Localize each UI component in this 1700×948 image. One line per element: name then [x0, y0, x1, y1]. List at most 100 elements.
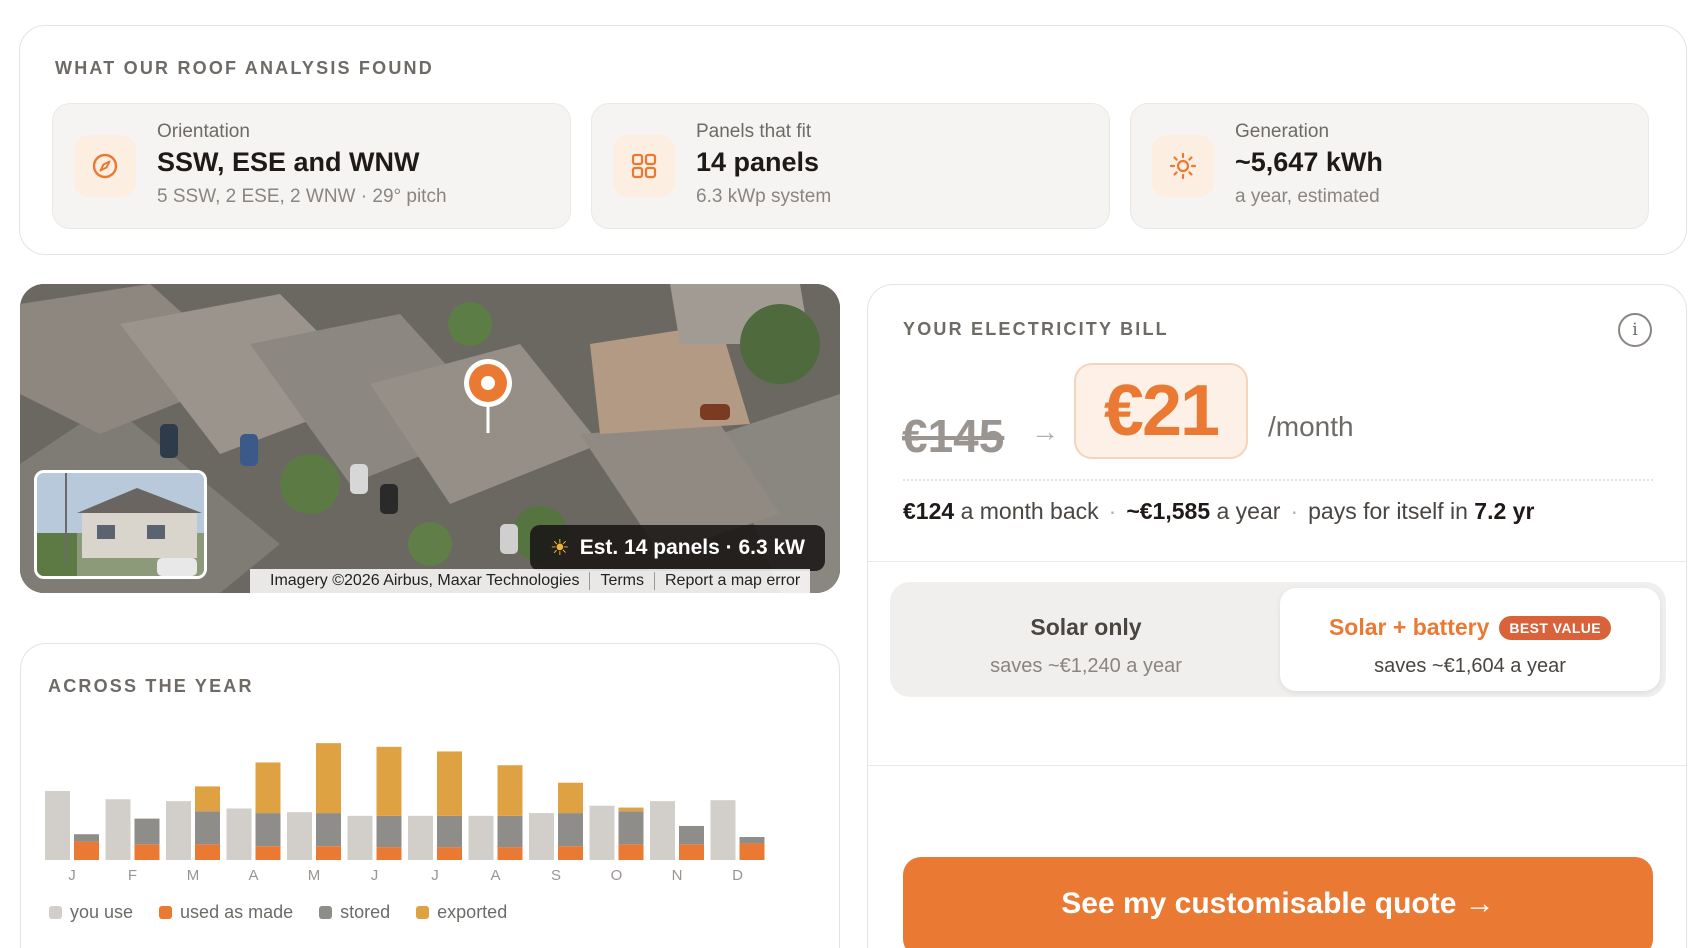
bar-used-as-made [134, 844, 160, 860]
terms-link[interactable]: Terms [590, 572, 655, 590]
bar-you-use [650, 801, 675, 860]
x-tick-label: J [431, 867, 439, 884]
bar-you-use [45, 791, 70, 860]
payback-period: 7.2 yr [1474, 498, 1535, 524]
bar-stored [376, 815, 402, 848]
solar-only-savings: saves ~€1,240 a year [990, 655, 1182, 677]
monthly-back-text: a month back [960, 498, 1099, 524]
panels-detail: 6.3 kWp system [696, 186, 832, 207]
x-tick-label: A [490, 867, 500, 884]
compass-icon [74, 135, 136, 197]
solar-only-option[interactable]: Solar only saves ~€1,240 a year [896, 588, 1276, 691]
divider [903, 479, 1653, 481]
bar-exported [195, 786, 220, 812]
bar-you-use [347, 815, 373, 860]
legend-item-used-as-made: used as made [159, 902, 293, 923]
bar-used-as-made [316, 846, 341, 860]
bar-used-as-made [437, 847, 462, 860]
imagery-credit: Imagery ©2026 Airbus, Maxar Technologies [260, 572, 591, 590]
bar-stored [739, 837, 765, 844]
generation-label: Generation [1235, 121, 1330, 142]
bar-stored [497, 815, 523, 848]
legend-item-exported: exported [416, 902, 507, 923]
bar-exported [255, 762, 281, 814]
grid-icon [613, 135, 675, 197]
per-month-label: /month [1268, 411, 1354, 442]
legend-item-stored: stored [319, 902, 390, 923]
sun-icon [1152, 135, 1214, 197]
x-tick-label: D [732, 867, 743, 884]
best-value-badge: BEST VALUE [1499, 615, 1612, 640]
solar-battery-title: Solar + battery [1328, 614, 1490, 640]
bar-used-as-made [195, 844, 220, 860]
x-tick-label: J [371, 867, 379, 884]
payback-text: pays for itself in [1308, 498, 1468, 524]
panels-label: Panels that fit [696, 121, 812, 142]
generation-value: ~5,647 kWh [1235, 147, 1383, 177]
x-tick-label: S [551, 867, 561, 884]
bar-used-as-made [618, 844, 644, 860]
orientation-stat: Orientation SSW, ESE and WNW 5 SSW, 2 ES… [52, 103, 571, 229]
x-tick-label: N [672, 867, 683, 884]
year-chart-title: ACROSS THE YEAR [48, 676, 254, 696]
street-view-thumbnail[interactable] [34, 470, 207, 579]
yearly-savings-text: a year [1216, 498, 1281, 524]
map-attribution: Imagery ©2026 Airbus, Maxar Technologies… [250, 569, 811, 593]
estimate-badge: ☀ Est. 14 panels · 6.3 kW [530, 525, 825, 571]
x-tick-label: J [68, 867, 76, 884]
solar-battery-option[interactable]: Solar + battery BEST VALUE saves ~€1,604 … [1280, 588, 1660, 691]
bill-title: YOUR ELECTRICITY BILL [903, 319, 1169, 339]
bar-you-use [589, 805, 615, 860]
panels-value: 14 panels [696, 147, 820, 177]
bar-exported [618, 807, 644, 812]
sun-icon: ☀ [550, 535, 570, 560]
bar-stored [134, 818, 160, 845]
monthly-back-amount: €124 [903, 498, 955, 524]
roof-analysis-title: WHAT OUR ROOF ANALYSIS FOUND [55, 58, 434, 78]
report-map-error-link[interactable]: Report a map error [655, 572, 810, 590]
arrow-right-icon: → [1031, 416, 1059, 447]
electricity-bill-card: YOUR ELECTRICITY BILL i €145 → €21 /mont… [867, 284, 1687, 948]
bar-exported [558, 782, 583, 814]
generation-stat: Generation ~5,647 kWh a year, estimated [1130, 103, 1649, 229]
x-tick-label: M [308, 867, 321, 884]
bar-exported [316, 743, 341, 814]
see-quote-button[interactable]: See my customisable quote → [903, 857, 1653, 948]
bar-exported [376, 746, 402, 816]
old-monthly-price: €145 [902, 410, 1005, 462]
bar-stored [255, 813, 281, 847]
bar-exported [497, 765, 523, 816]
orientation-value: SSW, ESE and WNW [157, 147, 420, 177]
legend-item-you-use: you use [49, 902, 133, 923]
monthly-energy-chart: JFMAMJJASOND [45, 743, 765, 884]
location-pin-icon[interactable] [460, 357, 516, 440]
bar-you-use [226, 808, 252, 860]
bar-you-use [529, 813, 554, 860]
orientation-label: Orientation [157, 121, 250, 142]
bar-used-as-made [679, 844, 704, 860]
bar-used-as-made [74, 841, 99, 860]
bar-stored [558, 813, 583, 847]
solar-battery-savings: saves ~€1,604 a year [1374, 655, 1566, 677]
savings-summary: €124 a month back · ~€1,585 a year · pay… [903, 498, 1535, 524]
bar-exported [437, 751, 462, 816]
bar-used-as-made [255, 846, 281, 860]
bar-stored [195, 811, 220, 845]
divider [868, 561, 1686, 562]
generation-detail: a year, estimated [1235, 186, 1380, 207]
orientation-detail: 5 SSW, 2 ESE, 2 WNW · 29° pitch [157, 186, 447, 207]
year-chart-card: ACROSS THE YEAR J F M A M J J A S O N D you use use… [20, 643, 840, 948]
bar-stored [74, 834, 99, 842]
info-icon[interactable]: i [1618, 313, 1652, 347]
bar-you-use [166, 801, 191, 860]
bar-you-use [408, 815, 433, 860]
bar-you-use [105, 799, 131, 860]
chart-legend: you use used as made stored exported [49, 902, 507, 923]
bar-used-as-made [497, 847, 523, 860]
bar-stored [437, 815, 462, 848]
bar-used-as-made [739, 843, 765, 860]
roof-analysis-card: WHAT OUR ROOF ANALYSIS FOUND Orientation… [19, 25, 1687, 255]
x-tick-label: O [611, 867, 623, 884]
x-tick-label: F [128, 867, 137, 884]
divider [868, 765, 1686, 766]
